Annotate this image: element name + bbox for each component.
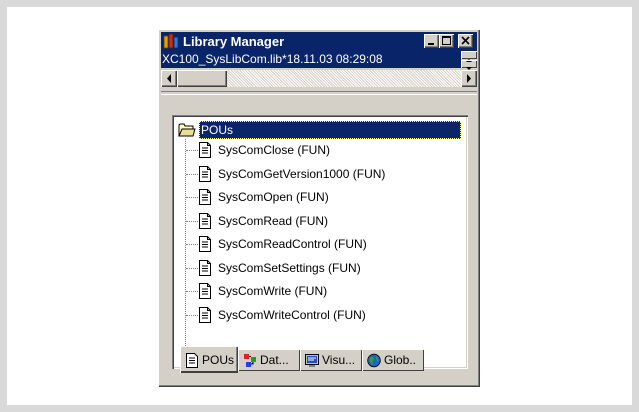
tree-item-label: SysComClose (FUN): [218, 143, 331, 157]
tree-item[interactable]: SysComClose (FUN): [186, 140, 456, 160]
spin-down-button[interactable]: [461, 60, 477, 70]
tree-item-label: SysComWrite (FUN): [218, 284, 328, 298]
close-icon: [461, 36, 470, 45]
tree-connector: [186, 197, 198, 198]
close-button[interactable]: [458, 34, 473, 48]
window-title: Library Manager: [183, 34, 285, 49]
tree-connector: [186, 173, 198, 175]
globe-icon: [367, 353, 381, 368]
tree-root-pous[interactable]: POUs: [178, 121, 462, 139]
tree-connector: [186, 220, 198, 222]
folder-open-icon: [178, 123, 196, 137]
arrow-right-icon: [467, 74, 471, 83]
document-icon: [199, 189, 211, 205]
visualization-icon: [305, 354, 319, 367]
horizontal-scrollbar[interactable]: [161, 70, 477, 87]
arrow-left-icon: [167, 74, 171, 83]
tree-item-label: SysComSetSettings (FUN): [218, 260, 361, 275]
library-spin-control[interactable]: [461, 51, 477, 70]
library-manager-window: Library Manager XC100_SysLibCom.lib*18.1…: [158, 29, 480, 387]
spin-up-button[interactable]: [461, 51, 477, 62]
minimize-icon: [428, 43, 434, 45]
tree-item-label: SysComGetVersion1000 (FUN): [218, 166, 386, 181]
tree-connector: [186, 244, 198, 245]
pou-tree-view[interactable]: POUs SysComClose (FUN) SysComGetVersion10…: [172, 115, 468, 369]
tab-data-types[interactable]: Dat...: [238, 350, 300, 371]
tab-visualizations[interactable]: Visu...: [300, 350, 362, 371]
tree-item[interactable]: SysComRead (FUN): [186, 211, 456, 231]
library-manager-icon: [163, 33, 179, 49]
document-icon: [199, 212, 211, 229]
document-icon: [199, 283, 211, 299]
tree-connector: [186, 314, 198, 316]
tree-item-label: SysComRead (FUN): [218, 213, 329, 228]
library-name-field[interactable]: XC100_SysLibCom.lib*18.11.03 08:29:08: [161, 51, 461, 68]
tab-pous[interactable]: POUs: [180, 347, 238, 373]
data-types-icon: [244, 354, 256, 367]
title-bar[interactable]: Library Manager: [161, 32, 477, 51]
tree-item[interactable]: SysComOpen (FUN): [186, 187, 456, 207]
tree-connector: [186, 291, 198, 292]
tree-root-label: POUs: [199, 121, 461, 139]
tree-item[interactable]: SysComGetVersion1000 (FUN): [186, 164, 456, 184]
document-icon: [199, 165, 211, 182]
document-icon: [199, 142, 211, 158]
tree-item[interactable]: SysComWrite (FUN): [186, 281, 456, 301]
tree-item-label: SysComWriteControl (FUN): [218, 307, 366, 322]
tree-item-label: SysComReadControl (FUN): [218, 237, 367, 251]
document-icon: [199, 259, 211, 276]
tree-item[interactable]: SysComSetSettings (FUN): [186, 258, 456, 278]
tab-global-variables[interactable]: Glob..: [362, 350, 424, 371]
divider: [161, 91, 477, 95]
minimize-button[interactable]: [424, 34, 439, 48]
tree-connector: [186, 267, 198, 269]
document-icon: [199, 306, 211, 323]
tree-connector: [186, 150, 198, 151]
tree-item[interactable]: SysComReadControl (FUN): [186, 234, 456, 254]
tree-item[interactable]: SysComWriteControl (FUN): [186, 305, 456, 325]
tab-strip: POUs Dat... Visu... Glob..: [172, 347, 468, 377]
scroll-right-button[interactable]: [461, 70, 477, 87]
tree-item-label: SysComOpen (FUN): [218, 190, 329, 204]
scroll-left-button[interactable]: [161, 70, 177, 87]
scroll-thumb[interactable]: [177, 70, 227, 87]
maximize-button[interactable]: [439, 34, 454, 48]
document-icon: [186, 353, 198, 368]
document-icon: [199, 236, 211, 252]
maximize-icon: [442, 36, 451, 45]
